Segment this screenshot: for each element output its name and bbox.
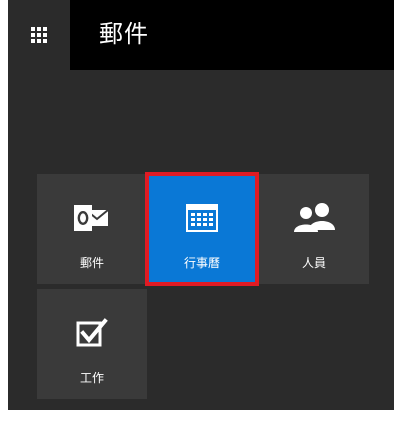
- app-title: 郵件: [99, 20, 149, 48]
- checkbox-task-icon: [37, 313, 147, 353]
- people-icon: [259, 198, 369, 238]
- tile-label: 工作: [79, 371, 104, 385]
- outlook-mail-icon: [37, 198, 147, 238]
- tile-label: 行事曆: [183, 256, 220, 270]
- calendar-icon: [147, 198, 257, 238]
- tile-calendar[interactable]: 行事曆: [145, 172, 259, 286]
- tile-people[interactable]: 人員: [259, 174, 369, 284]
- waffle-grid-icon: [31, 27, 47, 43]
- app-launcher-panel: 郵件 郵件 行事曆 人員 工作: [8, 0, 394, 410]
- app-launcher-button[interactable]: [8, 0, 70, 70]
- tile-label: 郵件: [79, 256, 104, 270]
- tile-mail[interactable]: 郵件: [37, 174, 147, 284]
- tile-tasks[interactable]: 工作: [37, 289, 147, 399]
- top-bar: 郵件: [8, 0, 394, 70]
- tile-label: 人員: [301, 256, 326, 270]
